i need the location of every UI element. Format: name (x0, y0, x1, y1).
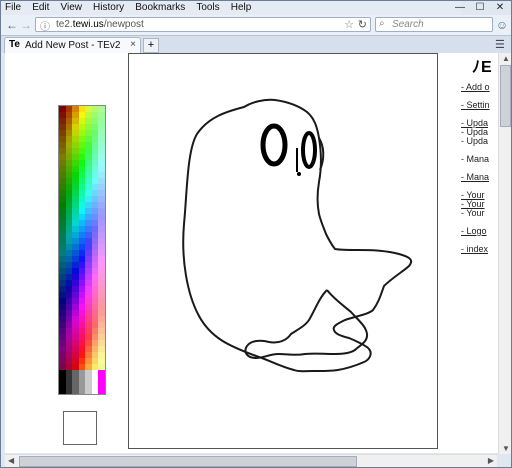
menu-view[interactable]: View (56, 1, 86, 13)
palette-swatch[interactable] (98, 388, 105, 394)
menu-bar: File Edit View History Bookmarks Tools H… (1, 1, 461, 15)
tab-strip: Te Add New Post - TEv2 × + ☰ (1, 36, 511, 53)
horizontal-scrollbar[interactable]: ◀ ▶ (5, 454, 497, 467)
scroll-left-icon[interactable]: ◀ (8, 456, 14, 465)
new-tab-icon[interactable]: + (143, 38, 159, 53)
selected-color-box[interactable] (63, 411, 97, 445)
menu-help[interactable]: Help (227, 1, 256, 13)
search-box[interactable]: ⌕ Search (375, 17, 493, 32)
menu-file[interactable]: File (1, 1, 25, 13)
search-placeholder: Search (392, 19, 424, 30)
drawing (182, 98, 413, 373)
color-palette[interactable] (58, 105, 106, 395)
url-text: te2.tewi.us/newpost (56, 19, 144, 30)
scroll-down-icon[interactable]: ▼ (502, 444, 510, 453)
tab-favicon: Te (9, 39, 20, 50)
back-icon[interactable]: ← (5, 18, 19, 32)
close-window-button[interactable]: ✕ (493, 2, 507, 13)
palette-swatch[interactable] (65, 388, 73, 394)
menu-tools[interactable]: Tools (192, 1, 223, 13)
forward-icon[interactable]: → (19, 18, 33, 32)
search-icon: ⌕ (379, 18, 385, 29)
drawing-canvas[interactable] (128, 53, 438, 449)
scroll-right-icon[interactable]: ▶ (488, 456, 494, 465)
bookmark-star-icon[interactable]: ☆ (344, 18, 354, 31)
reload-icon[interactable]: ↻ (358, 18, 367, 31)
navigation-bar: ← → ⓘ te2.tewi.us/newpost ☆ ↻ ⌕ Search ☺ (1, 15, 511, 36)
tab-title: Add New Post - TEv2 (25, 40, 121, 51)
url-bar[interactable]: ⓘ te2.tewi.us/newpost ☆ ↻ (35, 17, 371, 33)
vertical-scrollbar[interactable]: ▲ ▼ (498, 53, 511, 454)
menu-edit[interactable]: Edit (28, 1, 53, 13)
maximize-button[interactable]: ☐ (473, 2, 487, 13)
info-icon[interactable]: ⓘ (40, 18, 50, 33)
vertical-scroll-thumb[interactable] (500, 65, 511, 127)
window-controls: — ☐ ✕ (453, 2, 507, 13)
tab-close-icon[interactable]: × (130, 39, 136, 50)
palette-swatch[interactable] (91, 388, 99, 394)
menu-history[interactable]: History (89, 1, 128, 13)
tab-add-new-post[interactable]: Te Add New Post - TEv2 × (4, 37, 141, 53)
palette-swatch[interactable] (78, 388, 86, 394)
tab-list-icon[interactable]: ☰ (495, 38, 505, 51)
minimize-button[interactable]: — (453, 2, 467, 13)
menu-bookmarks[interactable]: Bookmarks (131, 1, 189, 13)
page-content (5, 53, 499, 453)
scroll-up-icon[interactable]: ▲ (502, 54, 510, 63)
smiley-icon[interactable]: ☺ (495, 18, 509, 32)
browser-window: File Edit View History Bookmarks Tools H… (0, 0, 512, 468)
horizontal-scroll-thumb[interactable] (19, 456, 357, 467)
